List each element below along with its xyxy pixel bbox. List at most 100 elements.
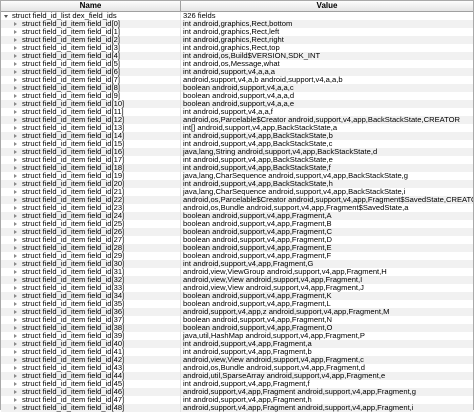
- table-row[interactable]: struct field_id_item field_id[15] int and…: [1, 140, 473, 148]
- collapsed-arrow-icon[interactable]: [14, 94, 17, 98]
- collapsed-arrow-icon[interactable]: [14, 310, 17, 314]
- collapsed-arrow-icon[interactable]: [14, 174, 17, 178]
- collapsed-arrow-icon[interactable]: [14, 366, 17, 370]
- collapsed-arrow-icon[interactable]: [14, 230, 17, 234]
- table-row[interactable]: struct field_id_item field_id[5] int andr…: [1, 60, 473, 68]
- collapsed-arrow-icon[interactable]: [14, 22, 17, 26]
- table-row[interactable]: struct field_id_item field_id[36] android…: [1, 308, 473, 316]
- collapsed-arrow-icon[interactable]: [14, 126, 17, 130]
- table-row[interactable]: struct field_id_item field_id[18] int and…: [1, 164, 473, 172]
- table-row[interactable]: struct field_id_item field_id[10] boolean…: [1, 100, 473, 108]
- table-row[interactable]: struct field_id_item field_id[26] boolean…: [1, 228, 473, 236]
- table-row[interactable]: struct field_id_item field_id[29] boolean…: [1, 252, 473, 260]
- table-row[interactable]: struct field_id_item field_id[33] android…: [1, 284, 473, 292]
- collapsed-arrow-icon[interactable]: [14, 222, 17, 226]
- table-row[interactable]: struct field_id_item field_id[44] android…: [1, 372, 473, 380]
- collapsed-arrow-icon[interactable]: [14, 158, 17, 162]
- table-row[interactable]: struct field_id_item field_id[25] boolean…: [1, 220, 473, 228]
- table-row[interactable]: struct field_id_item field_id[23] android…: [1, 204, 473, 212]
- table-row[interactable]: struct field_id_item field_id[6] int andr…: [1, 68, 473, 76]
- table-row[interactable]: struct field_id_item field_id[34] boolean…: [1, 292, 473, 300]
- collapsed-arrow-icon[interactable]: [14, 86, 17, 90]
- collapsed-arrow-icon[interactable]: [14, 262, 17, 266]
- table-row[interactable]: struct field_id_item field_id[11] int and…: [1, 108, 473, 116]
- table-row[interactable]: struct field_id_item field_id[22] android…: [1, 196, 473, 204]
- collapsed-arrow-icon[interactable]: [14, 134, 17, 138]
- table-row[interactable]: struct field_id_item field_id[38] boolean…: [1, 324, 473, 332]
- collapsed-arrow-icon[interactable]: [14, 374, 17, 378]
- table-row[interactable]: struct field_id_item field_id[8] boolean …: [1, 84, 473, 92]
- name-column-header[interactable]: Name: [1, 1, 181, 11]
- collapsed-arrow-icon[interactable]: [14, 78, 17, 82]
- collapsed-arrow-icon[interactable]: [14, 334, 17, 338]
- table-row[interactable]: struct field_id_item field_id[47] int and…: [1, 396, 473, 404]
- table-row[interactable]: struct field_id_item field_id[41] int and…: [1, 348, 473, 356]
- collapsed-arrow-icon[interactable]: [14, 254, 17, 258]
- expanded-arrow-icon[interactable]: [4, 14, 8, 18]
- collapsed-arrow-icon[interactable]: [14, 62, 17, 66]
- table-row[interactable]: struct field_id_item field_id[39] java,ut…: [1, 332, 473, 340]
- collapsed-arrow-icon[interactable]: [14, 358, 17, 362]
- table-row[interactable]: struct field_id_item field_id[2] int andr…: [1, 36, 473, 44]
- table-row[interactable]: struct field_id_item field_id[48] android…: [1, 404, 473, 412]
- table-row[interactable]: struct field_id_item field_id[12] android…: [1, 116, 473, 124]
- collapsed-arrow-icon[interactable]: [14, 190, 17, 194]
- collapsed-arrow-icon[interactable]: [14, 294, 17, 298]
- table-row[interactable]: struct field_id_item field_id[7] android,…: [1, 76, 473, 84]
- collapsed-arrow-icon[interactable]: [14, 150, 17, 154]
- value-column-header[interactable]: Value: [181, 1, 473, 11]
- table-row[interactable]: struct field_id_item field_id[28] boolean…: [1, 244, 473, 252]
- collapsed-arrow-icon[interactable]: [14, 102, 17, 106]
- table-row[interactable]: struct field_id_item field_id[0] int andr…: [1, 20, 473, 28]
- table-row[interactable]: struct field_id_item field_id[24] boolean…: [1, 212, 473, 220]
- collapsed-arrow-icon[interactable]: [14, 70, 17, 74]
- collapsed-arrow-icon[interactable]: [14, 206, 17, 210]
- table-row[interactable]: struct field_id_item field_id[43] android…: [1, 364, 473, 372]
- collapsed-arrow-icon[interactable]: [14, 350, 17, 354]
- collapsed-arrow-icon[interactable]: [14, 270, 17, 274]
- collapsed-arrow-icon[interactable]: [14, 30, 17, 34]
- collapsed-arrow-icon[interactable]: [14, 318, 17, 322]
- table-row[interactable]: struct field_id_item field_id[20] int and…: [1, 180, 473, 188]
- collapsed-arrow-icon[interactable]: [14, 166, 17, 170]
- collapsed-arrow-icon[interactable]: [14, 142, 17, 146]
- table-row[interactable]: struct field_id_item field_id[27] boolean…: [1, 236, 473, 244]
- table-row[interactable]: struct field_id_item field_id[1] int andr…: [1, 28, 473, 36]
- collapsed-arrow-icon[interactable]: [14, 46, 17, 50]
- collapsed-arrow-icon[interactable]: [14, 342, 17, 346]
- table-row[interactable]: struct field_id_item field_id[4] int andr…: [1, 52, 473, 60]
- collapsed-arrow-icon[interactable]: [14, 406, 17, 410]
- collapsed-arrow-icon[interactable]: [14, 182, 17, 186]
- table-row[interactable]: struct field_id_item field_id[37] boolean…: [1, 316, 473, 324]
- table-row[interactable]: struct field_id_item field_id[9] boolean …: [1, 92, 473, 100]
- collapsed-arrow-icon[interactable]: [14, 278, 17, 282]
- collapsed-arrow-icon[interactable]: [14, 302, 17, 306]
- collapsed-arrow-icon[interactable]: [14, 238, 17, 242]
- table-row[interactable]: struct field_id_item field_id[35] boolean…: [1, 300, 473, 308]
- table-row[interactable]: struct field_id_item field_id[30] int and…: [1, 260, 473, 268]
- table-row[interactable]: struct field_id_item field_id[13] int[] a…: [1, 124, 473, 132]
- collapsed-arrow-icon[interactable]: [14, 246, 17, 250]
- collapsed-arrow-icon[interactable]: [14, 398, 17, 402]
- table-row[interactable]: struct field_id_item field_id[21] java,la…: [1, 188, 473, 196]
- table-row[interactable]: struct field_id_item field_id[19] java,la…: [1, 172, 473, 180]
- collapsed-arrow-icon[interactable]: [14, 110, 17, 114]
- root-row[interactable]: struct field_id_list dex_field_ids 326 f…: [1, 12, 473, 20]
- table-row[interactable]: struct field_id_item field_id[45] int and…: [1, 380, 473, 388]
- table-row[interactable]: struct field_id_item field_id[40] int and…: [1, 340, 473, 348]
- collapsed-arrow-icon[interactable]: [14, 390, 17, 394]
- collapsed-arrow-icon[interactable]: [14, 54, 17, 58]
- collapsed-arrow-icon[interactable]: [14, 326, 17, 330]
- collapsed-arrow-icon[interactable]: [14, 38, 17, 42]
- collapsed-arrow-icon[interactable]: [14, 118, 17, 122]
- table-row[interactable]: struct field_id_item field_id[32] android…: [1, 276, 473, 284]
- table-row[interactable]: struct field_id_item field_id[31] android…: [1, 268, 473, 276]
- table-row[interactable]: struct field_id_item field_id[17] int and…: [1, 156, 473, 164]
- table-row[interactable]: struct field_id_item field_id[14] int and…: [1, 132, 473, 140]
- collapsed-arrow-icon[interactable]: [14, 382, 17, 386]
- table-row[interactable]: struct field_id_item field_id[46] android…: [1, 388, 473, 396]
- table-row[interactable]: struct field_id_item field_id[16] java,la…: [1, 148, 473, 156]
- collapsed-arrow-icon[interactable]: [14, 286, 17, 290]
- table-row[interactable]: struct field_id_item field_id[3] int andr…: [1, 44, 473, 52]
- collapsed-arrow-icon[interactable]: [14, 198, 17, 202]
